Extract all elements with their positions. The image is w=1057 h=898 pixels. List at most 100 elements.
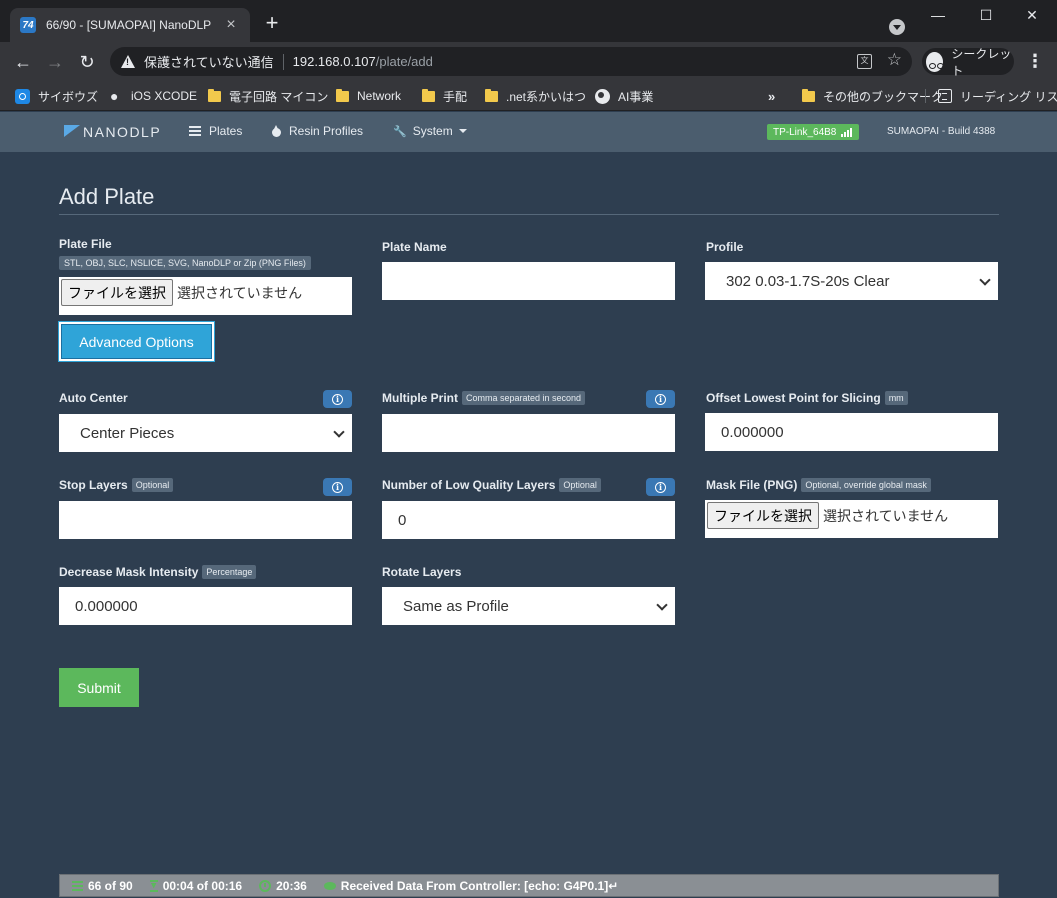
browser-tab[interactable]: 74 66/90 - [SUMAOPAI] NanoDLP × bbox=[10, 8, 250, 42]
decrease-mask-tag: Percentage bbox=[202, 565, 257, 579]
bookmark-label: iOS XCODE bbox=[131, 89, 198, 103]
plate-name-label: Plate Name bbox=[382, 240, 447, 254]
mask-file-tag: Optional, override global mask bbox=[801, 478, 931, 492]
translate-icon[interactable]: 文 bbox=[857, 54, 872, 69]
low-quality-layers-tag: Optional bbox=[559, 478, 601, 492]
decrease-mask-label-text: Decrease Mask Intensity bbox=[59, 565, 199, 579]
brand-name: NANODLP bbox=[83, 124, 162, 140]
maximize-button[interactable]: ☐ bbox=[963, 4, 1009, 26]
reload-icon[interactable]: ↻ bbox=[76, 51, 98, 73]
folder-icon bbox=[422, 88, 435, 102]
submit-button[interactable]: Submit bbox=[59, 668, 139, 707]
multiple-print-info-button[interactable]: i bbox=[646, 390, 675, 408]
reading-list-icon bbox=[938, 89, 952, 103]
mask-file-choose-button[interactable]: ファイルを選択 bbox=[707, 502, 819, 529]
layer-progress-text: 66 of 90 bbox=[88, 878, 133, 893]
warning-icon[interactable] bbox=[120, 54, 136, 69]
plate-file-label: Plate File bbox=[59, 237, 112, 251]
tab-close-icon[interactable]: × bbox=[222, 16, 240, 34]
low-quality-layers-label: Number of Low Quality Layers Optional bbox=[382, 478, 601, 492]
close-window-button[interactable]: ✕ bbox=[1009, 4, 1055, 26]
nav-system[interactable]: 🔧 System bbox=[393, 124, 467, 138]
bookmark-arrangements[interactable]: 手配 bbox=[422, 86, 467, 106]
advanced-options-button[interactable]: Advanced Options bbox=[58, 321, 215, 362]
controller-message: Received Data From Controller: [echo: G4… bbox=[323, 879, 618, 893]
bookmark-ai-business[interactable]: AI事業 bbox=[595, 86, 653, 106]
reading-list[interactable]: リーディング リスト bbox=[938, 86, 1057, 106]
auto-center-info-button[interactable]: i bbox=[323, 390, 352, 408]
nav-plates[interactable]: Plates bbox=[189, 124, 242, 138]
browser-titlebar: 74 66/90 - [SUMAOPAI] NanoDLP × + — ☐ ✕ bbox=[0, 0, 1057, 42]
bookmark-network[interactable]: Network bbox=[336, 86, 401, 106]
info-icon: i bbox=[655, 393, 666, 405]
back-arrow-icon[interactable]: ← bbox=[12, 51, 34, 73]
mask-file-label: Mask File (PNG) Optional, override globa… bbox=[706, 478, 931, 492]
plate-file-input[interactable]: ファイルを選択 選択されていません bbox=[59, 277, 352, 315]
low-quality-layers-input[interactable] bbox=[382, 501, 675, 539]
bookmark-label: 電子回路 マイコン bbox=[229, 89, 329, 104]
brand-logo[interactable]: NANODLP bbox=[64, 124, 161, 140]
bookmarks-overflow-button[interactable]: » bbox=[768, 86, 775, 106]
low-quality-layers-label-text: Number of Low Quality Layers bbox=[382, 478, 556, 492]
bookmark-label: リーディング リスト bbox=[960, 89, 1057, 104]
minimize-button[interactable]: — bbox=[915, 4, 961, 26]
offset-lowest-input[interactable] bbox=[705, 413, 998, 451]
incognito-indicator[interactable]: シークレット bbox=[922, 47, 1014, 78]
more-menu-icon[interactable]: ⋮ bbox=[1026, 51, 1044, 73]
auto-center-select[interactable]: Center Pieces bbox=[59, 414, 352, 452]
new-tab-button[interactable]: + bbox=[260, 12, 284, 34]
mask-file-input[interactable]: ファイルを選択 選択されていません bbox=[705, 500, 998, 538]
folder-icon bbox=[208, 88, 221, 102]
tab-search-icon[interactable] bbox=[889, 19, 905, 35]
other-bookmarks[interactable]: その他のブックマーク bbox=[802, 86, 943, 106]
auto-center-label: Auto Center bbox=[59, 391, 128, 405]
tab-title: 66/90 - [SUMAOPAI] NanoDLP bbox=[46, 18, 212, 32]
stop-layers-input[interactable] bbox=[59, 501, 352, 539]
url-path[interactable]: /plate/add bbox=[376, 54, 433, 69]
cybozu-icon bbox=[15, 88, 30, 104]
list-icon bbox=[189, 126, 201, 136]
nav-system-label: System bbox=[412, 124, 453, 138]
profile-select[interactable]: 302 0.03-1.7S-20s Clear bbox=[705, 262, 998, 300]
bookmark-dotnet[interactable]: .net系かいはつ bbox=[485, 86, 586, 106]
plate-file-choose-button[interactable]: ファイルを選択 bbox=[61, 279, 173, 306]
address-bar[interactable]: 保護されていない通信 192.168.0.107 /plate/add 文 ☆ bbox=[110, 47, 912, 76]
eye-icon bbox=[323, 881, 336, 890]
caret-down-icon bbox=[458, 129, 467, 133]
stop-layers-info-button[interactable]: i bbox=[323, 478, 352, 496]
security-status[interactable]: 保護されていない通信 bbox=[144, 52, 274, 71]
bookmark-circuits[interactable]: 電子回路 マイコン bbox=[208, 86, 328, 106]
bookmark-label: サイボウズ bbox=[38, 89, 99, 104]
globe-icon bbox=[595, 88, 610, 104]
url-host[interactable]: 192.168.0.107 bbox=[293, 54, 376, 69]
bookmark-cybozu[interactable]: サイボウズ bbox=[15, 86, 98, 106]
low-quality-layers-info-button[interactable]: i bbox=[646, 478, 675, 496]
multiple-print-tag: Comma separated in second bbox=[462, 391, 586, 405]
bookmarks-bar: サイボウズ ● iOS XCODE 電子回路 マイコン Network 手配 .… bbox=[0, 80, 1057, 111]
omnibox-divider bbox=[282, 53, 284, 70]
bookmark-label: Network bbox=[357, 89, 402, 103]
browser-toolbar: ← → ↻ 保護されていない通信 192.168.0.107 /plate/ad… bbox=[0, 42, 1057, 80]
stop-layers-label: Stop Layers Optional bbox=[59, 478, 174, 492]
plate-file-status: 選択されていません bbox=[177, 285, 303, 301]
apple-icon: ● bbox=[110, 87, 119, 104]
decrease-mask-input[interactable] bbox=[59, 587, 352, 625]
folder-icon bbox=[336, 88, 349, 102]
plate-name-input[interactable] bbox=[382, 262, 675, 300]
incognito-icon bbox=[926, 51, 945, 72]
nav-resin-profiles[interactable]: Resin Profiles bbox=[272, 124, 363, 138]
forward-arrow-icon[interactable]: → bbox=[44, 51, 66, 73]
offset-lowest-unit-tag: mm bbox=[884, 391, 908, 405]
layers-icon bbox=[72, 880, 83, 891]
rotate-layers-select[interactable]: Same as Profile bbox=[382, 587, 675, 625]
clock-text: 20:36 bbox=[276, 878, 307, 893]
nav-resin-profiles-label: Resin Profiles bbox=[289, 124, 364, 138]
mask-file-label-text: Mask File (PNG) bbox=[706, 478, 798, 492]
multiple-print-label: Multiple Print Comma separated in second bbox=[382, 391, 586, 405]
status-bar: 66 of 90 00:04 of 00:16 20:36 Received D… bbox=[59, 874, 999, 897]
nav-plates-label: Plates bbox=[209, 124, 243, 138]
wifi-status-badge[interactable]: TP-Link_64B8 bbox=[767, 124, 860, 140]
bookmark-star-icon[interactable]: ☆ bbox=[887, 50, 902, 70]
multiple-print-input[interactable] bbox=[382, 414, 675, 452]
bookmark-ios-xcode[interactable]: ● iOS XCODE bbox=[110, 86, 197, 106]
